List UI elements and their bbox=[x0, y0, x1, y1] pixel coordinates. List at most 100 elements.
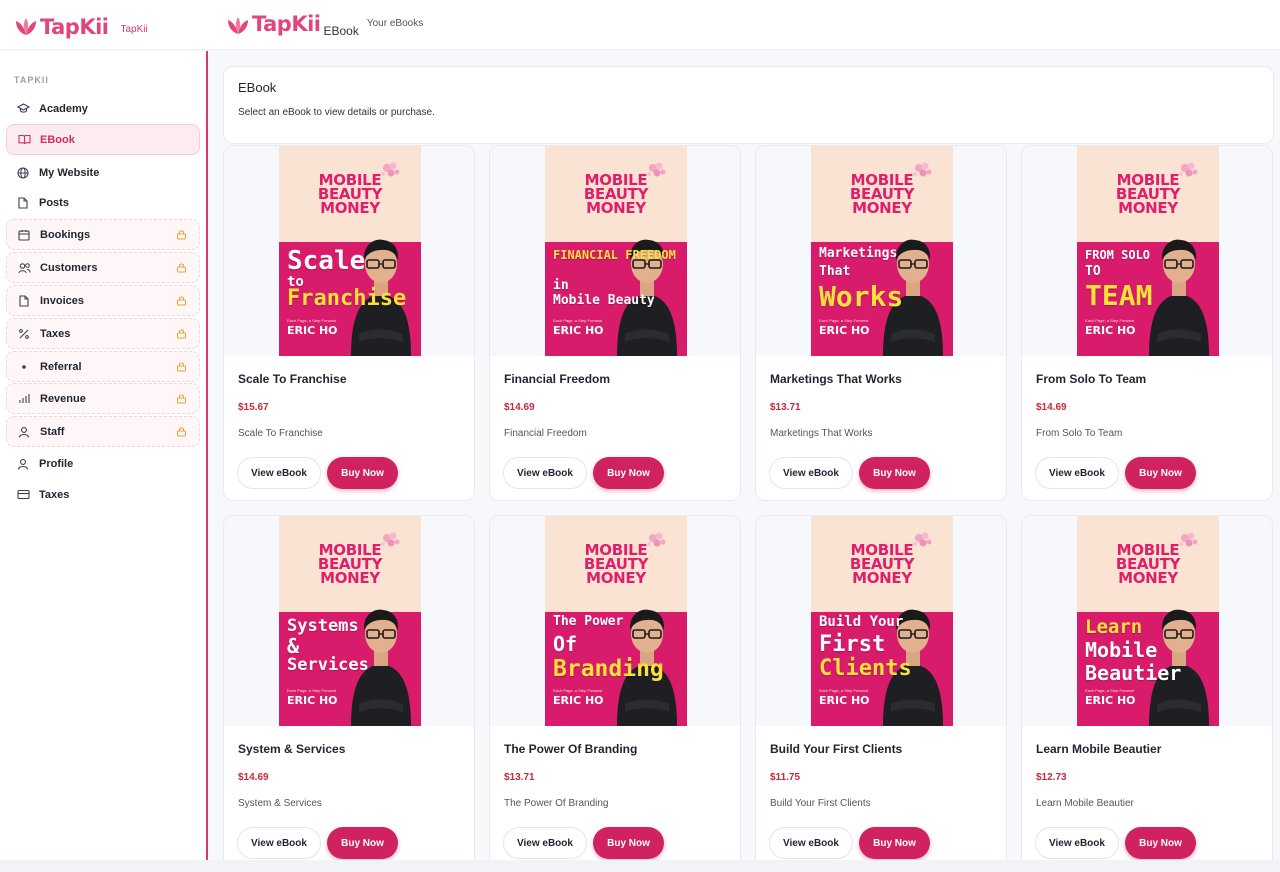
ebook-description: Scale To Franchise bbox=[238, 428, 323, 439]
sidebar-item-label: Customers bbox=[40, 261, 98, 274]
sidebar-item-bookings[interactable]: Bookings bbox=[6, 219, 200, 250]
header-section-name: EBook bbox=[323, 24, 359, 38]
ebook-cover[interactable]: MOBILE BEAUTY MONEY The Power Of Branding … bbox=[545, 516, 687, 726]
ebook-description: Marketings That Works bbox=[770, 428, 873, 439]
cover-series-line: MONEY bbox=[586, 569, 646, 587]
sidebar-item-label: Staff bbox=[40, 425, 65, 438]
file-icon bbox=[16, 196, 30, 210]
cover-tagline: Each Page, a Step Forward bbox=[553, 688, 603, 693]
lock-icon bbox=[177, 296, 186, 306]
sidebar-item-staff[interactable]: Staff bbox=[6, 416, 200, 447]
ebook-cover[interactable]: MOBILE BEAUTY MONEY Marketings That Works … bbox=[811, 146, 953, 356]
buy-now-button[interactable]: Buy Now bbox=[859, 457, 930, 489]
cover-author: ERIC HO bbox=[819, 694, 870, 707]
cover-series-title: MOBILE BEAUTY MONEY bbox=[279, 173, 421, 217]
user-icon bbox=[16, 457, 30, 471]
ebook-card: MOBILE BEAUTY MONEY Learn Mobile Beautier … bbox=[1021, 515, 1273, 871]
sidebar-item-invoices[interactable]: Invoices bbox=[6, 285, 200, 316]
cover-title-line: Works bbox=[819, 280, 904, 313]
sidebar-brand[interactable]: TapKii TapKii bbox=[14, 15, 148, 39]
buy-now-button[interactable]: Buy Now bbox=[859, 827, 930, 859]
ebook-cover[interactable]: MOBILE BEAUTY MONEY Scale to Franchise Eac… bbox=[279, 146, 421, 356]
cover-title-line: Branding bbox=[553, 656, 664, 682]
sidebar-item-taxes-billing[interactable]: Taxes bbox=[6, 479, 200, 510]
ebook-price: $14.69 bbox=[1036, 402, 1067, 413]
buy-now-button[interactable]: Buy Now bbox=[593, 457, 664, 489]
sidebar-item-posts[interactable]: Posts bbox=[6, 187, 200, 218]
view-ebook-button[interactable]: View eBook bbox=[769, 827, 853, 859]
ebook-cover-area[interactable]: MOBILE BEAUTY MONEY Scale to Franchise Eac… bbox=[224, 146, 474, 356]
ebook-cover-area[interactable]: MOBILE BEAUTY MONEY The Power Of Branding … bbox=[490, 516, 740, 726]
cover-series-line: MONEY bbox=[320, 199, 380, 217]
ebook-price: $13.71 bbox=[770, 402, 801, 413]
sidebar-item-label: Posts bbox=[39, 196, 69, 209]
cover-tagline: Each Page, a Step Forward bbox=[287, 318, 337, 323]
ebook-cover-area[interactable]: MOBILE BEAUTY MONEY Marketings That Works … bbox=[756, 146, 1006, 356]
ebook-price: $15.67 bbox=[238, 402, 269, 413]
sidebar-item-my-website[interactable]: My Website bbox=[6, 157, 200, 188]
cover-tagline: Each Page, a Step Forward bbox=[287, 688, 337, 693]
sidebar-item-label: Revenue bbox=[40, 392, 86, 405]
lock-icon bbox=[177, 230, 186, 240]
buy-now-button[interactable]: Buy Now bbox=[1125, 827, 1196, 859]
sidebar-item-label: Bookings bbox=[40, 228, 91, 241]
graduation-cap-icon bbox=[16, 102, 30, 116]
cover-series-line: MONEY bbox=[852, 569, 912, 587]
book-icon bbox=[17, 133, 31, 147]
view-ebook-button[interactable]: View eBook bbox=[769, 457, 853, 489]
view-ebook-button[interactable]: View eBook bbox=[503, 457, 587, 489]
ebook-title: Scale To Franchise bbox=[238, 372, 347, 386]
ebook-cover[interactable]: MOBILE BEAUTY MONEY Build Your First Clien… bbox=[811, 516, 953, 726]
cover-series-line: MONEY bbox=[1118, 569, 1178, 587]
brand-subtitle: TapKii bbox=[120, 23, 148, 35]
buy-now-button[interactable]: Buy Now bbox=[1125, 457, 1196, 489]
view-ebook-button[interactable]: View eBook bbox=[1035, 457, 1119, 489]
calendar-icon bbox=[17, 228, 31, 242]
ebook-cover[interactable]: MOBILE BEAUTY MONEY Learn Mobile Beautier … bbox=[1077, 516, 1219, 726]
ebook-cover-area[interactable]: MOBILE BEAUTY MONEY Systems & Services Eac… bbox=[224, 516, 474, 726]
sidebar-item-academy[interactable]: Academy bbox=[6, 93, 200, 124]
cover-series-title: MOBILE BEAUTY MONEY bbox=[279, 543, 421, 586]
ebook-cover-area[interactable]: MOBILE BEAUTY MONEY FINANCIAL FREEDOM in M… bbox=[490, 146, 740, 356]
buy-now-button[interactable]: Buy Now bbox=[593, 827, 664, 859]
sidebar-item-customers[interactable]: Customers bbox=[6, 252, 200, 283]
ebook-cover-area[interactable]: MOBILE BEAUTY MONEY Learn Mobile Beautier … bbox=[1022, 516, 1272, 726]
cover-tagline: Each Page, a Step Forward bbox=[1085, 318, 1135, 323]
view-ebook-button[interactable]: View eBook bbox=[503, 827, 587, 859]
buy-now-button[interactable]: Buy Now bbox=[327, 457, 398, 489]
cover-author: ERIC HO bbox=[553, 324, 604, 337]
ebook-price: $14.69 bbox=[238, 772, 269, 783]
ebook-cover[interactable]: MOBILE BEAUTY MONEY FROM SOLO TO TEAM Each… bbox=[1077, 146, 1219, 356]
cover-author: ERIC HO bbox=[553, 694, 604, 707]
ebook-description: Learn Mobile Beautier bbox=[1036, 798, 1134, 809]
lock-icon bbox=[177, 362, 186, 372]
view-ebook-button[interactable]: View eBook bbox=[1035, 827, 1119, 859]
view-ebook-button[interactable]: View eBook bbox=[237, 827, 321, 859]
sidebar-item-taxes[interactable]: Taxes bbox=[6, 318, 200, 349]
sidebar-item-referral[interactable]: Referral bbox=[6, 351, 200, 382]
sidebar-item-ebook[interactable]: EBook bbox=[6, 124, 200, 155]
ebook-cover[interactable]: MOBILE BEAUTY MONEY FINANCIAL FREEDOM in M… bbox=[545, 146, 687, 356]
ebook-cover[interactable]: MOBILE BEAUTY MONEY Systems & Services Eac… bbox=[279, 516, 421, 726]
view-ebook-button[interactable]: View eBook bbox=[237, 457, 321, 489]
cover-series-line: MONEY bbox=[852, 199, 912, 217]
cover-series-title: MOBILE BEAUTY MONEY bbox=[545, 543, 687, 587]
cover-title-line: Franchise bbox=[287, 286, 407, 311]
ebook-cover-area[interactable]: MOBILE BEAUTY MONEY FROM SOLO TO TEAM Each… bbox=[1022, 146, 1272, 356]
cover-title-line: Systems bbox=[287, 616, 359, 636]
user-icon bbox=[17, 425, 31, 439]
ebook-description: Financial Freedom bbox=[504, 428, 587, 439]
cover-author: ERIC HO bbox=[819, 324, 870, 337]
buy-now-button[interactable]: Buy Now bbox=[327, 827, 398, 859]
ebook-card: MOBILE BEAUTY MONEY FROM SOLO TO TEAM Each… bbox=[1021, 145, 1273, 501]
ebook-price: $14.69 bbox=[504, 402, 535, 413]
sidebar-item-profile[interactable]: Profile bbox=[6, 448, 200, 479]
lock-icon bbox=[177, 427, 186, 437]
cover-title-line: in bbox=[553, 278, 569, 293]
sidebar-item-label: My Website bbox=[39, 166, 100, 179]
ebook-cover-area[interactable]: MOBILE BEAUTY MONEY Build Your First Clien… bbox=[756, 516, 1006, 726]
cover-title-line: Of bbox=[553, 632, 578, 656]
cover-title-line: TEAM bbox=[1085, 279, 1153, 312]
sidebar-item-revenue[interactable]: Revenue bbox=[6, 383, 200, 414]
ebook-title: System & Services bbox=[238, 742, 346, 756]
